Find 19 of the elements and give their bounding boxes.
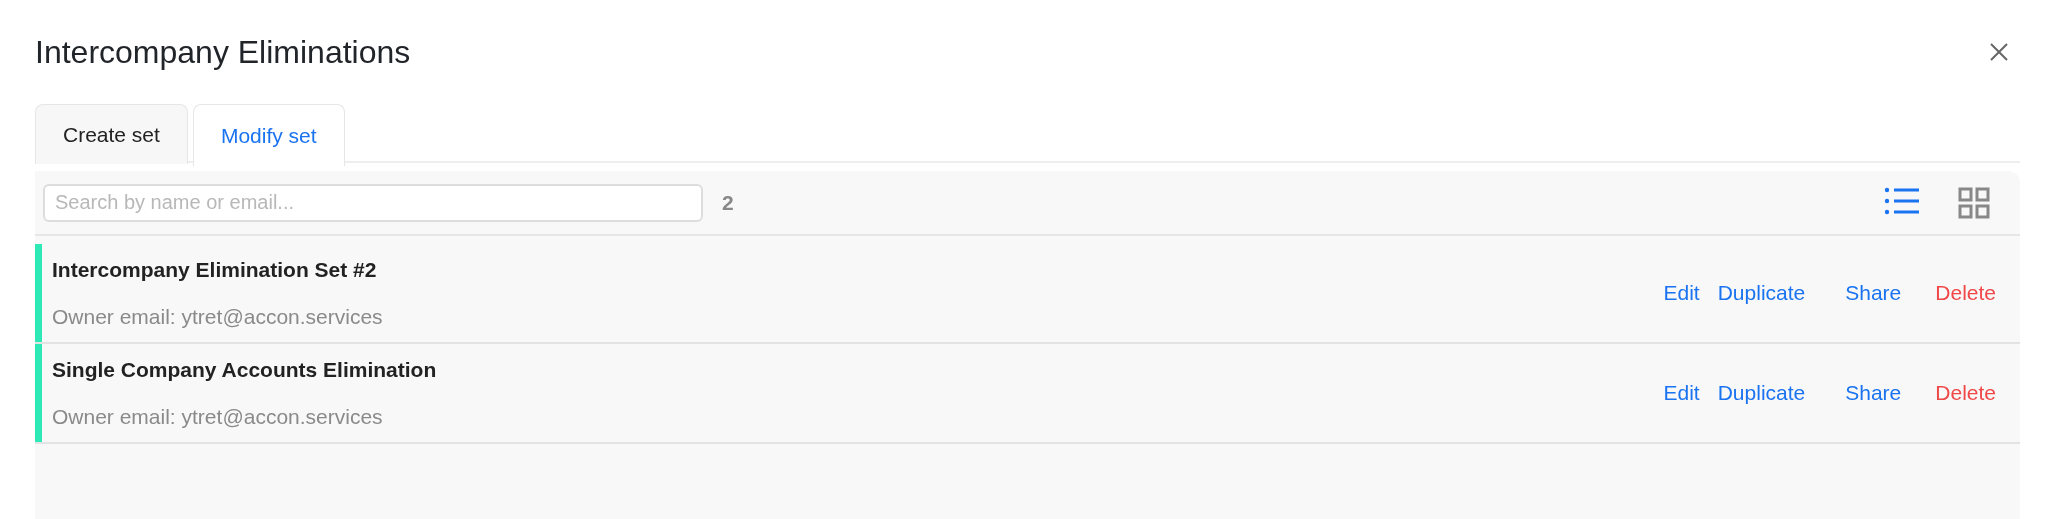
owner-email: Owner email: ytret@accon.services [52,405,383,428]
set-name: Intercompany Elimination Set #2 [52,257,377,281]
owner-email: Owner email: ytret@accon.services [52,305,383,328]
action-link[interactable]: Edit [1645,277,1700,309]
action-link[interactable]: Duplicate [1699,277,1806,309]
set-name: Single Company Accounts Elimination [52,357,437,381]
delete-link[interactable]: Delete [1901,377,1996,409]
action-link[interactable]: Share [1805,377,1902,409]
grid-view-icon[interactable] [1958,186,1990,219]
tab[interactable]: Modify set [192,104,345,166]
window-title: Intercompany Eliminations [35,32,411,72]
close-icon[interactable] [1988,41,2010,63]
action-link[interactable]: Edit [1645,377,1700,409]
search-field[interactable]: Search by name or email... [43,183,703,222]
tab[interactable]: Create set [35,104,188,164]
delete-link[interactable]: Delete [1901,277,1996,309]
action-link[interactable]: Duplicate [1699,377,1806,409]
action-link[interactable]: Share [1805,277,1902,309]
result-count: 2 [722,189,734,216]
